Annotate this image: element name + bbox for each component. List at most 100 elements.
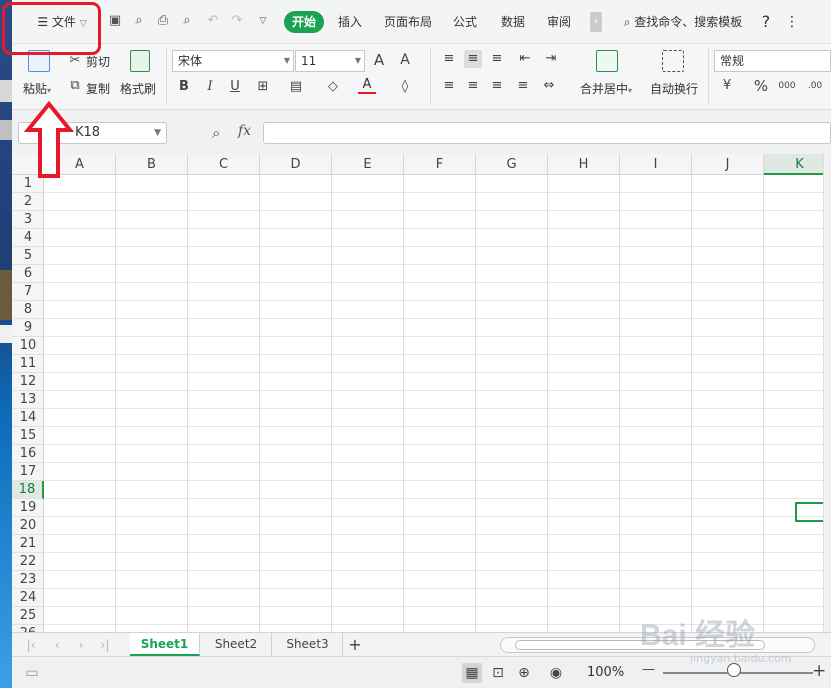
tab-page-layout[interactable]: 页面布局 bbox=[382, 10, 434, 34]
row-header-10[interactable]: 10 bbox=[12, 337, 44, 355]
borders-icon[interactable]: ⊞ bbox=[254, 78, 272, 96]
first-sheet-icon[interactable]: |‹ bbox=[22, 636, 40, 654]
tab-scroll-right-icon[interactable]: › bbox=[590, 12, 602, 32]
zoom-formula-icon[interactable]: ⌕ bbox=[212, 123, 232, 143]
wrap-text-icon[interactable] bbox=[662, 50, 684, 72]
row-header-21[interactable]: 21 bbox=[12, 535, 44, 553]
row-header-11[interactable]: 11 bbox=[12, 355, 44, 373]
help-icon[interactable]: ? bbox=[758, 10, 774, 34]
previous-sheet-icon[interactable]: ‹ bbox=[48, 636, 66, 654]
more-options-icon[interactable]: ⋮ bbox=[784, 10, 800, 34]
row-header-17[interactable]: 17 bbox=[12, 463, 44, 481]
customize-toolbar-icon[interactable]: ▽ bbox=[254, 12, 272, 30]
undo-icon[interactable]: ↶ bbox=[204, 12, 222, 30]
cell-style-icon[interactable]: ▤ bbox=[287, 78, 305, 96]
justify-icon[interactable]: ≡ bbox=[514, 77, 532, 95]
font-color-icon[interactable]: A bbox=[358, 76, 376, 94]
column-header-b[interactable]: B bbox=[116, 154, 188, 175]
row-header-2[interactable]: 2 bbox=[12, 193, 44, 211]
sheet-tab-sheet1[interactable]: Sheet1 bbox=[130, 633, 200, 656]
row-header-22[interactable]: 22 bbox=[12, 553, 44, 571]
tab-data[interactable]: 数据 bbox=[498, 10, 528, 34]
merge-center-button[interactable]: 合并居中▾ bbox=[580, 80, 632, 97]
row-header-24[interactable]: 24 bbox=[12, 589, 44, 607]
macro-record-icon[interactable]: ▭ bbox=[22, 663, 42, 683]
format-painter-icon[interactable] bbox=[130, 50, 150, 72]
row-header-12[interactable]: 12 bbox=[12, 373, 44, 391]
reading-layout-icon[interactable]: ⊕ bbox=[514, 663, 534, 683]
wrap-text-button[interactable]: 自动换行 bbox=[650, 80, 698, 97]
currency-icon[interactable]: ¥ bbox=[718, 77, 736, 95]
zoom-level[interactable]: 100% bbox=[587, 665, 624, 680]
distributed-icon[interactable]: ⇔ bbox=[540, 77, 558, 95]
row-header-4[interactable]: 4 bbox=[12, 229, 44, 247]
fill-color-icon[interactable]: ◇ bbox=[324, 78, 342, 96]
command-search[interactable]: ⌕ 查找命令、搜索模板 bbox=[618, 10, 748, 34]
column-header-h[interactable]: H bbox=[548, 154, 620, 175]
bold-button[interactable]: B bbox=[175, 78, 193, 96]
column-header-c[interactable]: C bbox=[188, 154, 260, 175]
merge-center-icon[interactable] bbox=[596, 50, 618, 72]
row-header-7[interactable]: 7 bbox=[12, 283, 44, 301]
increase-decimal-icon[interactable]: .00 bbox=[806, 77, 824, 95]
cell-area[interactable] bbox=[44, 175, 831, 632]
formula-input[interactable] bbox=[263, 122, 831, 144]
row-header-8[interactable]: 8 bbox=[12, 301, 44, 319]
last-sheet-icon[interactable]: ›| bbox=[96, 636, 114, 654]
column-header-i[interactable]: I bbox=[620, 154, 692, 175]
vertical-scrollbar[interactable] bbox=[823, 154, 831, 632]
align-left-icon[interactable]: ≡ bbox=[440, 77, 458, 95]
row-header-14[interactable]: 14 bbox=[12, 409, 44, 427]
row-header-3[interactable]: 3 bbox=[12, 211, 44, 229]
normal-view-icon[interactable]: ▦ bbox=[462, 663, 482, 683]
save-icon[interactable]: ▣ bbox=[106, 12, 124, 30]
increase-indent-icon[interactable]: ⇥ bbox=[542, 50, 560, 68]
zoom-out-button[interactable]: — bbox=[642, 662, 655, 677]
zoom-in-button[interactable]: + bbox=[812, 661, 826, 681]
copy-icon[interactable]: ⧉ bbox=[66, 77, 84, 95]
redo-icon[interactable]: ↷ bbox=[228, 12, 246, 30]
increase-font-icon[interactable]: A bbox=[370, 51, 388, 69]
column-header-f[interactable]: F bbox=[404, 154, 476, 175]
clear-format-icon[interactable]: ◊ bbox=[396, 78, 414, 96]
horizontal-scrollbar[interactable] bbox=[500, 637, 815, 653]
font-size-select[interactable]: 11 ▼ bbox=[295, 50, 365, 72]
function-wizard-button[interactable]: fx bbox=[238, 123, 251, 139]
italic-button[interactable]: I bbox=[201, 78, 219, 96]
row-header-6[interactable]: 6 bbox=[12, 265, 44, 283]
column-header-j[interactable]: J bbox=[692, 154, 764, 175]
tab-home[interactable]: 开始 bbox=[284, 11, 324, 33]
align-top-icon[interactable]: ≡ bbox=[440, 50, 458, 68]
sheet-tab-sheet2[interactable]: Sheet2 bbox=[201, 633, 272, 656]
cut-button[interactable]: 剪切 bbox=[86, 53, 110, 70]
row-header-15[interactable]: 15 bbox=[12, 427, 44, 445]
paste-icon[interactable] bbox=[28, 50, 50, 72]
zoom-slider-handle[interactable] bbox=[727, 663, 741, 677]
number-format-select[interactable]: 常规 bbox=[714, 50, 831, 72]
print-icon[interactable]: ⎙ bbox=[154, 12, 172, 30]
align-center-icon[interactable]: ≡ bbox=[464, 77, 482, 95]
next-sheet-icon[interactable]: › bbox=[72, 636, 90, 654]
file-menu-button[interactable]: ☰ 文件 ▽ bbox=[22, 10, 102, 34]
decrease-font-icon[interactable]: A bbox=[396, 51, 414, 69]
row-header-20[interactable]: 20 bbox=[12, 517, 44, 535]
row-header-5[interactable]: 5 bbox=[12, 247, 44, 265]
horizontal-scroll-thumb[interactable] bbox=[515, 640, 765, 650]
column-header-d[interactable]: D bbox=[260, 154, 332, 175]
row-header-16[interactable]: 16 bbox=[12, 445, 44, 463]
row-header-25[interactable]: 25 bbox=[12, 607, 44, 625]
print-preview-icon[interactable]: ⌕ bbox=[178, 12, 196, 30]
copy-button[interactable]: 复制 bbox=[86, 80, 110, 97]
page-break-view-icon[interactable]: ⊡ bbox=[488, 663, 508, 683]
row-header-26[interactable]: 26 bbox=[12, 625, 44, 632]
format-painter-quick-icon[interactable]: ⌕ bbox=[130, 12, 148, 30]
row-header-18[interactable]: 18 bbox=[12, 481, 44, 499]
scissors-icon[interactable]: ✂ bbox=[66, 52, 84, 70]
row-header-19[interactable]: 19 bbox=[12, 499, 44, 517]
eye-protection-icon[interactable]: ◉ bbox=[546, 663, 566, 683]
percent-button[interactable]: % bbox=[752, 77, 770, 95]
add-sheet-button[interactable]: + bbox=[345, 633, 365, 656]
decrease-indent-icon[interactable]: ⇤ bbox=[516, 50, 534, 68]
column-header-k[interactable]: K bbox=[764, 154, 831, 175]
thousands-separator-icon[interactable]: 000 bbox=[778, 77, 796, 95]
